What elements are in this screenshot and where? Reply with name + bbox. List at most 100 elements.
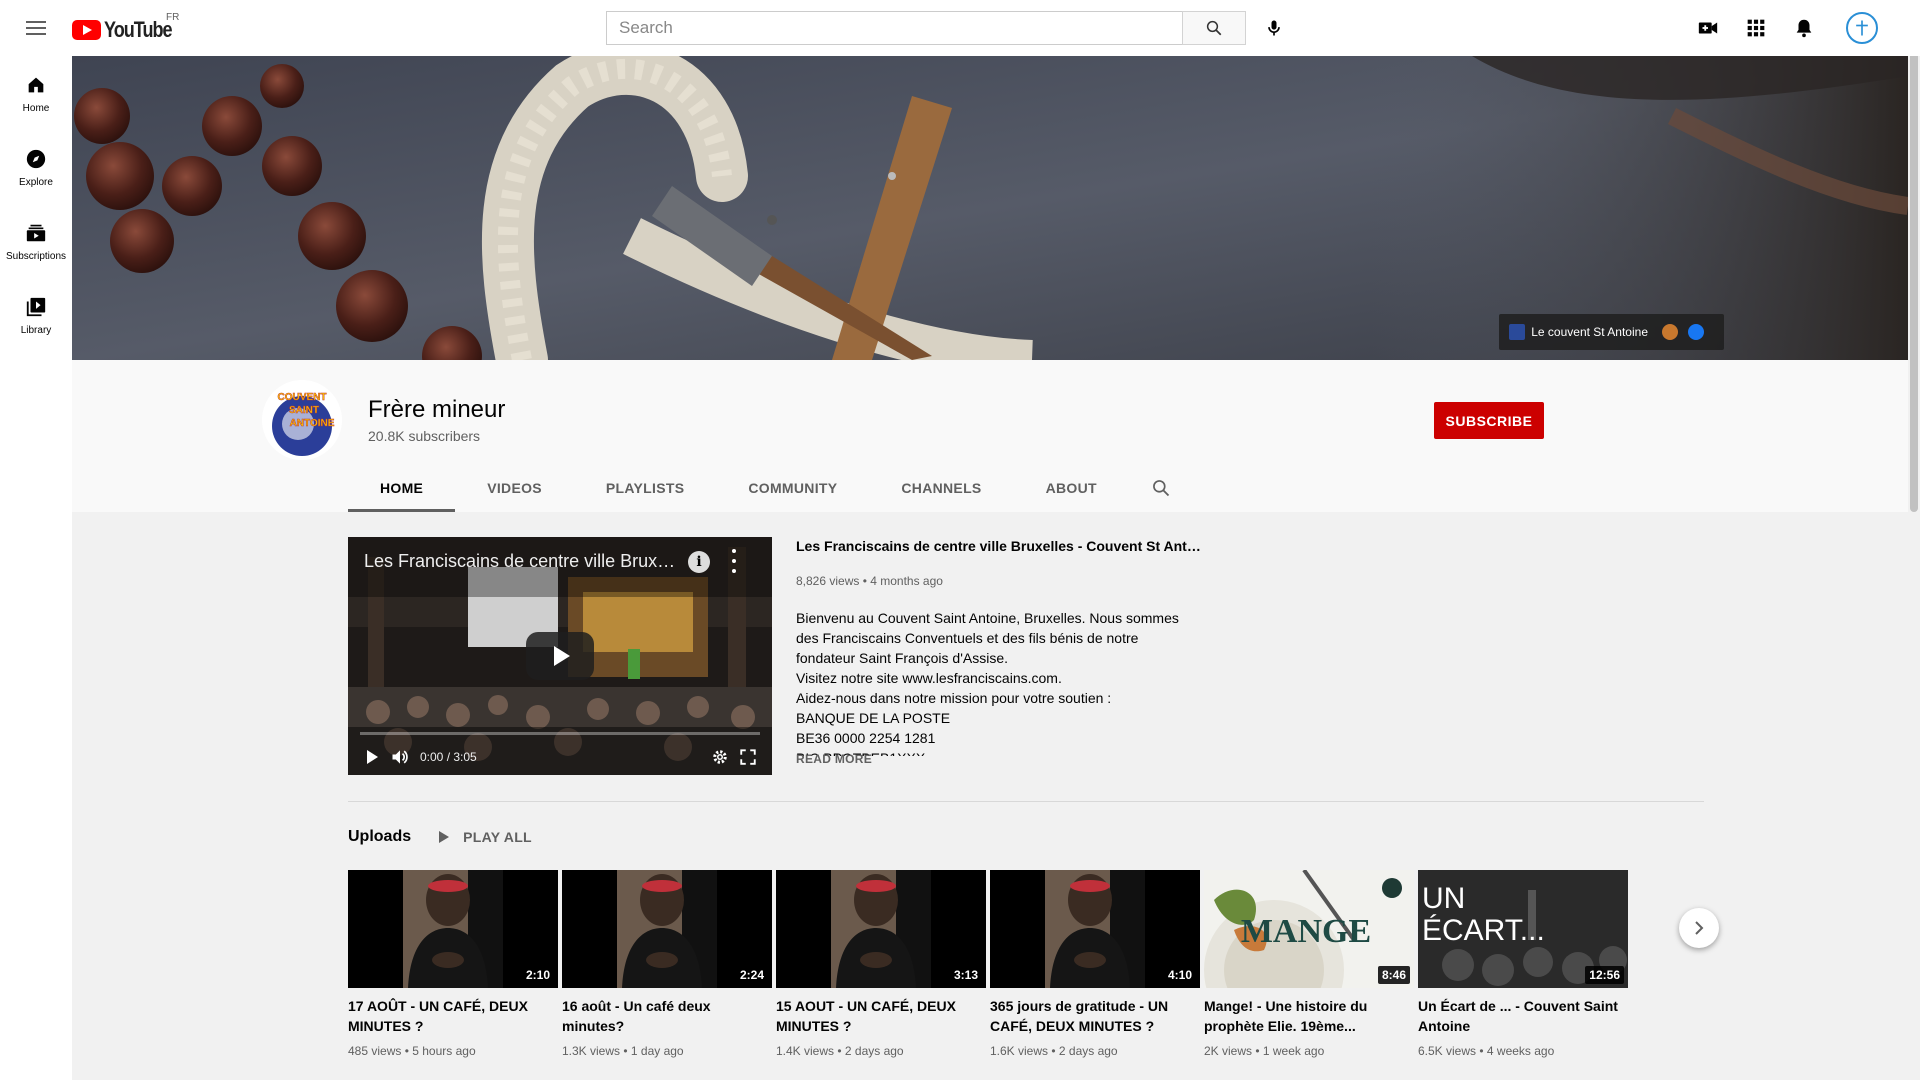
channel-avatar[interactable]: COUVENT SAINT ANTOINE (262, 380, 342, 460)
video-card[interactable]: 2:10 17 AOÛT - UN CAFÉ, DEUX MINUTES ? 4… (348, 870, 558, 1080)
uploads-header: Uploads PLAY ALL (348, 828, 532, 846)
tab-home[interactable]: HOME (348, 464, 456, 512)
region-code: FR (166, 12, 180, 23)
home-icon (24, 73, 48, 97)
guide-item-subscriptions[interactable]: Subscriptions (0, 204, 72, 278)
description-line: fondateur Saint François d'Assise. (796, 650, 1009, 666)
guide-item-label: Library (20, 324, 52, 336)
description-line: Aidez-nous dans notre mission pour votre… (796, 690, 1112, 706)
banner-links: Le couvent St Antoine (1499, 314, 1724, 350)
video-meta: 1.3K views • 1 day ago (562, 1044, 684, 1058)
play-all-button[interactable]: PLAY ALL (439, 829, 532, 845)
mange-thumbnail-text: MANGE (1241, 913, 1371, 950)
video-thumbnail[interactable]: 2:24 (562, 870, 772, 988)
video-meta: 2K views • 1 week ago (1204, 1044, 1325, 1058)
featured-video-meta: Les Franciscains de centre ville Bruxell… (796, 538, 1204, 766)
instagram-link-icon[interactable] (1662, 324, 1678, 340)
video-thumbnail[interactable]: 4:10 (990, 870, 1200, 988)
guide-item-explore[interactable]: Explore (0, 130, 72, 204)
guide-item-home[interactable]: Home (0, 56, 72, 130)
uploads-shelf: 2:10 17 AOÛT - UN CAFÉ, DEUX MINUTES ? 4… (348, 870, 1704, 1080)
video-duration: 12:56 (1585, 966, 1624, 984)
video-thumbnail[interactable]: MANGE 8:46 (1204, 870, 1414, 988)
video-meta: 1.4K views • 2 days ago (776, 1044, 904, 1058)
video-meta: 1.6K views • 2 days ago (990, 1044, 1118, 1058)
read-more-button[interactable]: READ MORE (796, 752, 1204, 766)
apps-button[interactable] (1742, 14, 1770, 42)
settings-gear-icon[interactable] (706, 743, 734, 771)
video-title[interactable]: 16 août - Un café deux minutes? (562, 996, 772, 1036)
account-avatar[interactable] (1846, 12, 1878, 44)
search-button[interactable] (1182, 11, 1246, 45)
tab-videos[interactable]: VIDEOS (455, 464, 574, 512)
subscribe-button[interactable]: SUBSCRIBE (1434, 402, 1544, 439)
guide-item-library[interactable]: Library (0, 278, 72, 352)
play-icon (439, 831, 450, 843)
video-card[interactable]: UN ÉCART... 12:56 Un Écart de ... - Couve… (1418, 870, 1628, 1080)
youtube-logo[interactable]: YouTube FR (72, 12, 186, 43)
featured-video-player[interactable]: Les Franciscains de centre ville Bruxe..… (348, 537, 772, 775)
menu-icon[interactable] (20, 16, 52, 40)
progress-bar[interactable] (360, 732, 760, 735)
channel-home-content: Les Franciscains de centre ville Bruxe..… (72, 512, 1908, 1080)
description-line: des Franciscains Conventuels et des fils… (796, 630, 1139, 646)
fullscreen-icon[interactable] (734, 743, 762, 771)
volume-icon[interactable] (386, 743, 414, 771)
guide-item-label: Home (22, 102, 50, 114)
tab-community[interactable]: COMMUNITY (716, 464, 869, 512)
description-line: BANQUE DE LA POSTE (796, 710, 951, 726)
featured-video-title[interactable]: Les Franciscains de centre ville Bruxell… (796, 538, 1204, 554)
banner-link-label: Le couvent St Antoine (1531, 325, 1648, 339)
search-input[interactable] (619, 18, 1182, 38)
video-title[interactable]: Mange! - Une histoire du prophète Elie. … (1204, 996, 1414, 1036)
channel-search-button[interactable] (1137, 464, 1185, 512)
microphone-icon (1268, 20, 1280, 36)
facebook-link-icon[interactable] (1688, 324, 1704, 340)
video-title[interactable]: 17 AOÛT - UN CAFÉ, DEUX MINUTES ? (348, 996, 558, 1036)
channel-header: COUVENT SAINT ANTOINE Frère mineur 20.8K… (72, 360, 1908, 512)
large-play-button[interactable] (526, 632, 594, 680)
guide-item-label: Subscriptions (5, 250, 67, 262)
video-meta: 485 views • 5 hours ago (348, 1044, 476, 1058)
video-title[interactable]: Un Écart de ... - Couvent Saint Antoine (1418, 996, 1628, 1036)
more-options-icon[interactable] (732, 549, 738, 573)
banner-link-website[interactable]: Le couvent St Antoine (1509, 324, 1648, 340)
description-line: BE36 0000 2254 1281 (796, 730, 936, 746)
avatar-text-3: ANTOINE (290, 418, 335, 429)
page-scrollbar[interactable] (1908, 0, 1920, 1080)
play-all-label: PLAY ALL (463, 829, 532, 845)
guide-item-label: Explore (19, 176, 53, 188)
video-card[interactable]: 4:10 365 jours de gratitude - UN CAFÉ, D… (990, 870, 1200, 1080)
create-video-button[interactable] (1694, 14, 1722, 42)
video-card[interactable]: 3:13 15 AOUT - UN CAFÉ, DEUX MINUTES ? 1… (776, 870, 986, 1080)
video-duration: 2:24 (735, 966, 768, 984)
search-box[interactable] (606, 11, 1182, 45)
apps-grid-icon (1747, 19, 1765, 37)
video-title[interactable]: 15 AOUT - UN CAFÉ, DEUX MINUTES ? (776, 996, 986, 1036)
channel-tabs: HOME VIDEOS PLAYLISTS COMMUNITY CHANNELS… (348, 464, 1185, 512)
channel-name: Frère mineur (368, 396, 506, 423)
voice-search-button[interactable] (1256, 10, 1292, 46)
masthead: YouTube FR (0, 0, 1920, 56)
video-card[interactable]: MANGE 8:46 Mange! - Une histoire du prop… (1204, 870, 1414, 1080)
uploads-title[interactable]: Uploads (348, 828, 411, 846)
video-thumbnail[interactable]: UN ÉCART... 12:56 (1418, 870, 1628, 988)
tab-channels[interactable]: CHANNELS (869, 464, 1013, 512)
mini-guide: Home Explore Subscriptions Library (0, 56, 72, 1080)
video-title[interactable]: 365 jours de gratitude - UN CAFÉ, DEUX M… (990, 996, 1200, 1036)
description-line: Bienvenu au Couvent Saint Antoine, Bruxe… (796, 610, 1179, 626)
avatar-text-2: SAINT (289, 405, 319, 416)
video-duration: 4:10 (1163, 966, 1196, 984)
tab-about[interactable]: ABOUT (1014, 464, 1129, 512)
video-thumbnail[interactable]: 2:10 (348, 870, 558, 988)
video-duration: 8:46 (1377, 966, 1410, 984)
info-icon[interactable]: i (688, 551, 710, 573)
chevron-right-icon (1695, 921, 1704, 935)
scrollbar-thumb[interactable] (1910, 2, 1918, 512)
notifications-button[interactable] (1790, 14, 1818, 42)
video-thumbnail[interactable]: 3:13 (776, 870, 986, 988)
video-card[interactable]: 2:24 16 août - Un café deux minutes? 1.3… (562, 870, 772, 1080)
shelf-next-button[interactable] (1679, 908, 1719, 948)
play-icon[interactable] (358, 743, 386, 771)
tab-playlists[interactable]: PLAYLISTS (574, 464, 716, 512)
